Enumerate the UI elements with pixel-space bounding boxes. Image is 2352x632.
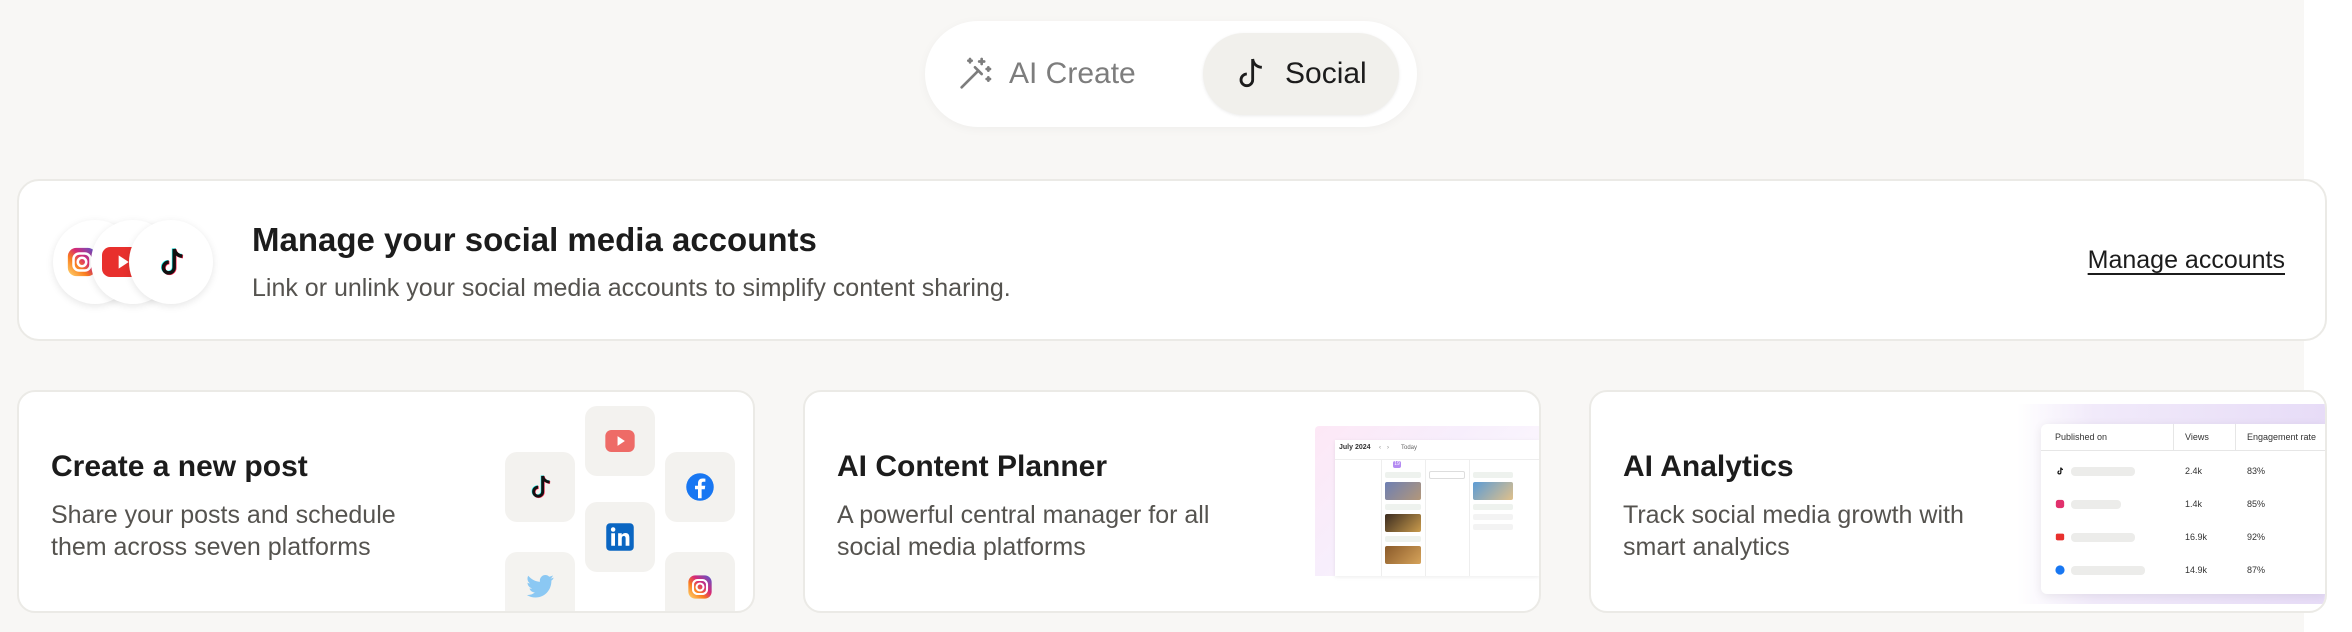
table-header: Published on (2055, 432, 2108, 442)
card-title: Create a new post (51, 450, 308, 483)
calendar-today-date: 19 (1393, 461, 1401, 468)
calendar-event (1473, 514, 1513, 520)
tiktok-icon (2055, 466, 2065, 476)
tab-social-label: Social (1285, 57, 1367, 90)
table-header: Engagement rate (2247, 432, 2317, 442)
calendar-today-button: Today (1401, 445, 1418, 451)
youtube-icon (2055, 532, 2065, 542)
views-cell: 14.9k (2185, 565, 2208, 575)
tiktok-icon (129, 220, 213, 304)
calendar-post-thumbnail (1473, 482, 1513, 500)
card-description: A powerful central manager for all socia… (837, 501, 1210, 561)
rate-cell: 92% (2247, 532, 2266, 542)
tab-social[interactable]: Social (1203, 33, 1399, 115)
calendar-month: July 2024 (1339, 444, 1371, 451)
card-ai-content-planner[interactable]: AI Content Planner A powerful central ma… (803, 390, 1541, 613)
table-row (2071, 467, 2135, 476)
table-row (2071, 566, 2145, 575)
card-create-post[interactable]: Create a new post Share your posts and s… (17, 390, 755, 613)
manage-accounts-banner: Manage your social media accounts Link o… (17, 179, 2327, 341)
analytics-preview: Published on Views Engagement rate 2.4k … (2017, 404, 2325, 604)
twitter-icon (505, 552, 575, 611)
analytics-table: Published on Views Engagement rate 2.4k … (2041, 424, 2325, 594)
account-icon-stack (53, 220, 233, 304)
instagram-icon (665, 552, 735, 611)
linkedin-icon (585, 502, 655, 572)
card-title: AI Analytics (1623, 450, 1794, 483)
calendar-event (1473, 472, 1513, 478)
card-title: AI Content Planner (837, 450, 1108, 483)
card-description: Share your posts and schedule them acros… (51, 501, 396, 561)
tab-ai-create-label: AI Create (1009, 57, 1136, 90)
calendar-event (1473, 504, 1513, 510)
calendar-event (1473, 524, 1513, 530)
card-description: Track social media growth with smart ana… (1623, 501, 1964, 561)
chevron-right-icon: › (1387, 445, 1389, 451)
calendar-post-thumbnail (1385, 546, 1421, 564)
youtube-icon (585, 406, 655, 476)
calendar-post-thumbnail (1385, 514, 1421, 532)
table-header: Views (2185, 432, 2209, 442)
calendar-post-thumbnail (1385, 482, 1421, 500)
calendar-dropdown (1429, 471, 1465, 479)
rate-cell: 85% (2247, 499, 2266, 509)
views-cell: 2.4k (2185, 466, 2203, 476)
views-cell: 1.4k (2185, 499, 2203, 509)
views-cell: 16.9k (2185, 532, 2208, 542)
tiktok-icon (505, 452, 575, 522)
calendar-preview: July 2024 ‹ › Today 19 (1315, 426, 1539, 576)
facebook-icon (665, 452, 735, 522)
calendar-event (1385, 472, 1421, 478)
rate-cell: 87% (2247, 565, 2266, 575)
manage-accounts-link[interactable]: Manage accounts (2088, 246, 2285, 275)
tab-ai-create[interactable]: AI Create (955, 33, 1175, 115)
chevron-left-icon: ‹ (1379, 445, 1381, 451)
instagram-icon (2055, 499, 2065, 509)
calendar: July 2024 ‹ › Today 19 (1335, 440, 1539, 576)
calendar-event (1385, 504, 1421, 510)
calendar-event (1385, 536, 1421, 542)
card-ai-analytics[interactable]: AI Analytics Track social media growth w… (1589, 390, 2327, 613)
table-row (2071, 533, 2135, 542)
tiktok-icon (1231, 54, 1271, 94)
magic-wand-icon (955, 54, 995, 94)
table-row (2071, 500, 2121, 509)
mode-toggle: AI Create Social (925, 21, 1417, 127)
banner-subtitle: Link or unlink your social media account… (252, 274, 1011, 302)
platform-icons-art (473, 392, 753, 611)
banner-title: Manage your social media accounts (252, 221, 817, 258)
facebook-icon (2055, 565, 2065, 575)
rate-cell: 83% (2247, 466, 2266, 476)
